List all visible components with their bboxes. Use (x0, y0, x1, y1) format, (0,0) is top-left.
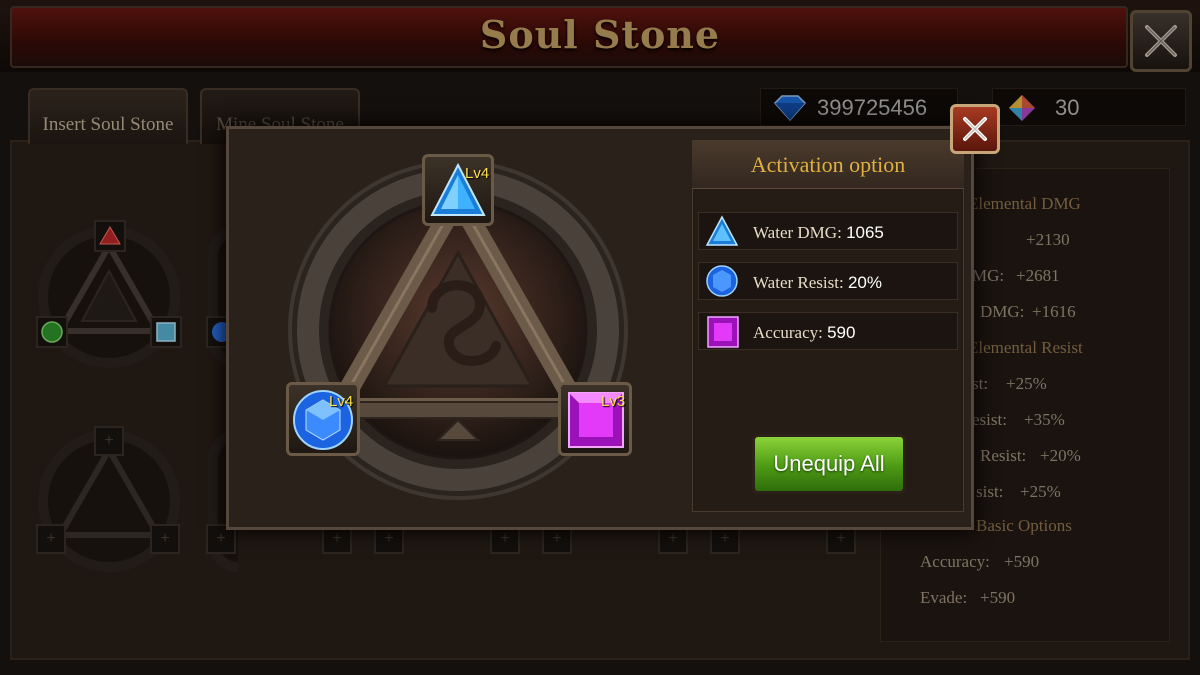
top-stone-slot[interactable]: Lv4 (422, 154, 494, 226)
unequip-all-button[interactable]: Unequip All (752, 434, 906, 494)
option-text: Water DMG: 1065 (753, 223, 884, 243)
right-stone-slot[interactable]: Lv3 (558, 382, 632, 456)
blue-triangle-gem-icon (705, 215, 739, 246)
stone-level: Lv3 (601, 393, 626, 410)
left-stone-slot[interactable]: Lv4 (286, 382, 360, 456)
purple-square-gem-icon (707, 316, 739, 348)
option-label: Water DMG: (753, 223, 842, 242)
activation-option-title: Activation option (692, 140, 964, 189)
option-label: Accuracy: (753, 323, 823, 342)
close-icon (963, 117, 987, 141)
blue-round-gem-icon (706, 265, 738, 297)
activation-option-row: Water Resist: 20% (698, 262, 958, 300)
stone-level: Lv4 (329, 393, 354, 410)
option-value: 20% (847, 273, 882, 292)
activation-option-row: Accuracy: 590 (698, 312, 958, 350)
activation-option-row: Water DMG: 1065 (698, 212, 958, 250)
option-value: 1065 (846, 223, 884, 242)
option-label: Water Resist: (753, 273, 844, 292)
option-value: 590 (827, 323, 856, 342)
option-text: Water Resist: 20% (753, 273, 882, 293)
stone-level: Lv4 (465, 165, 490, 182)
close-dialog-button[interactable] (950, 104, 1000, 154)
option-text: Accuracy: 590 (753, 323, 855, 343)
